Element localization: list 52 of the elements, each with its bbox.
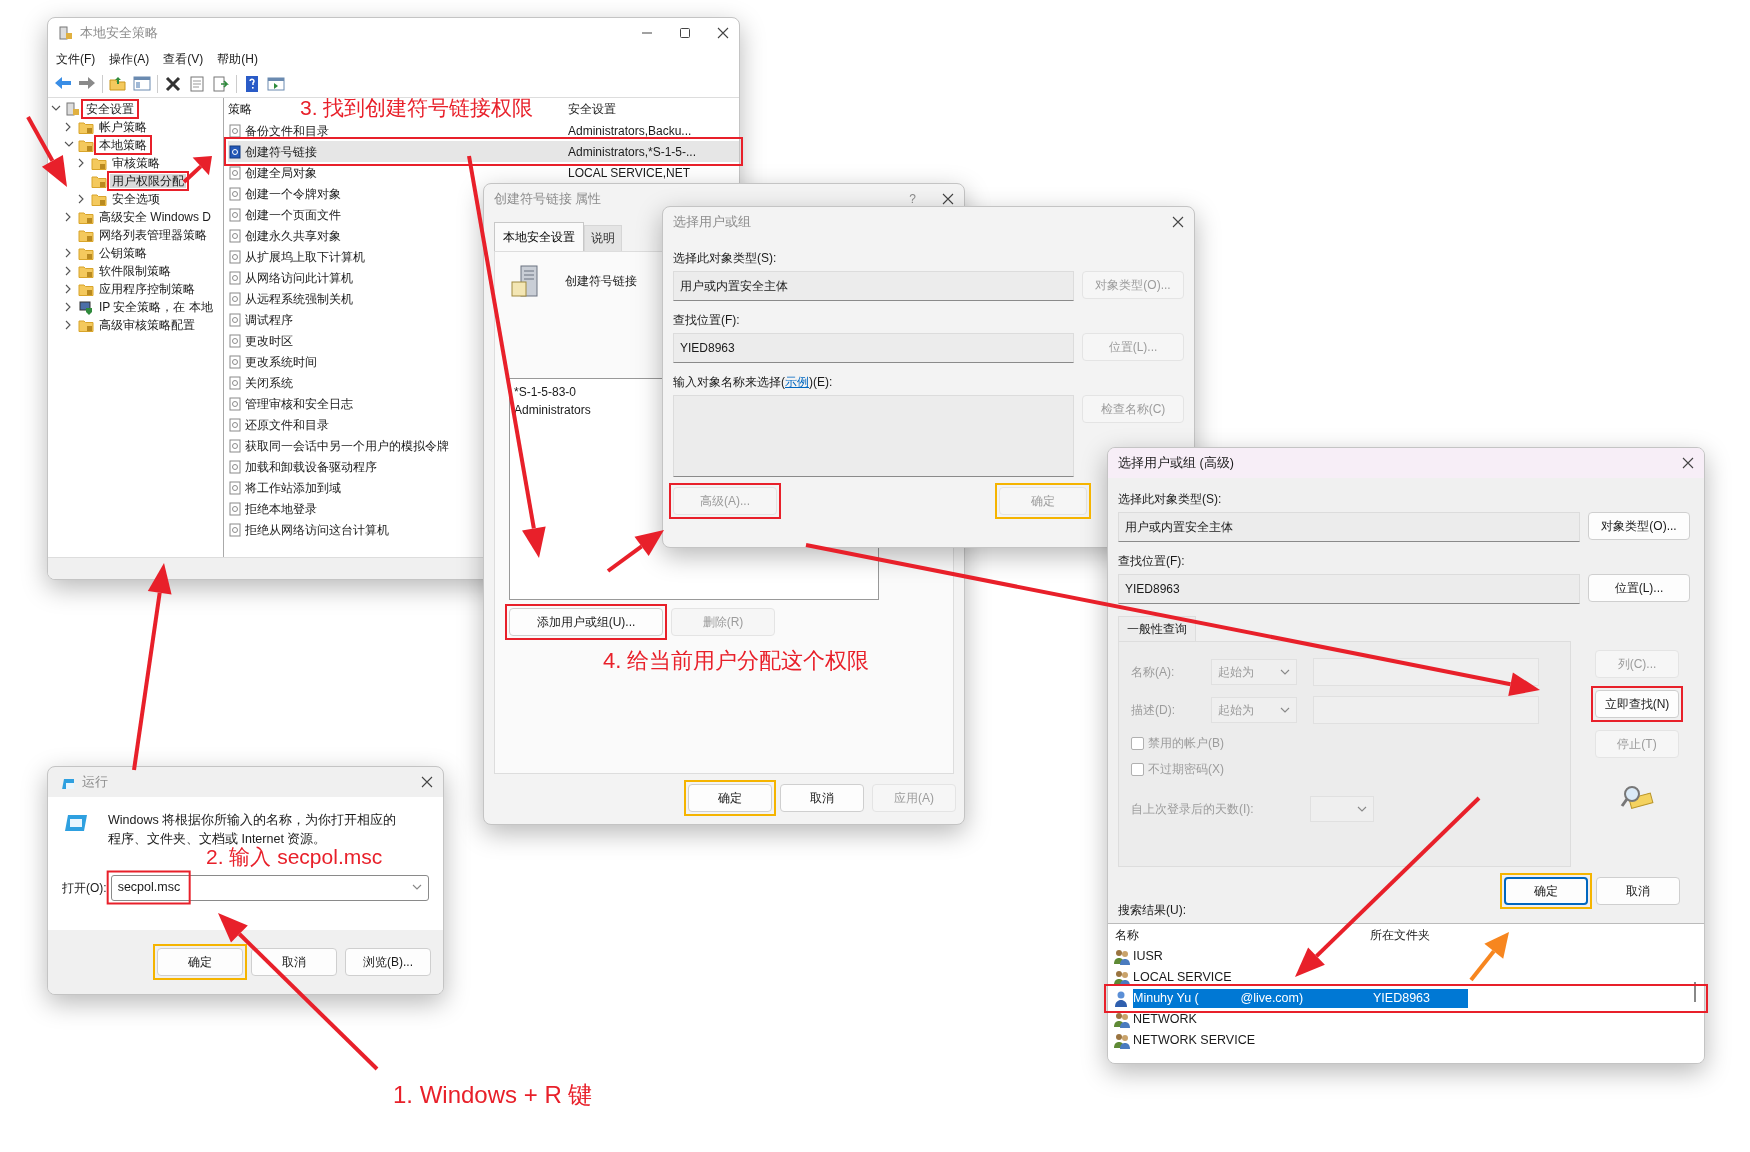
window-title: 运行 <box>82 773 108 791</box>
policy-name: 更改系统时间 <box>245 353 317 371</box>
field-label: 输入对象名称来选择(示例)(E): <box>673 374 834 391</box>
step-annotation: 4. 给当前用户分配这个权限 <box>603 650 870 672</box>
policy-name: 创建永久共享对象 <box>245 227 341 245</box>
result-name: NETWORK <box>1133 1011 1198 1029</box>
result-name: IUSR <box>1133 948 1164 966</box>
field-label: 选择此对象类型(S): <box>1118 491 1223 508</box>
field-label: 名称(A): <box>1131 664 1176 681</box>
description-text: Windows 将根据你所输入的名称，为你打开相应的程序、文件夹、文档或 Internet 资源。 <box>108 812 398 846</box>
policy-setting: Administrators,*S-1-5-... <box>568 143 697 161</box>
policy-name: 从远程系统强制关机 <box>245 290 353 308</box>
policy-name: 创建一个令牌对象 <box>245 185 341 203</box>
dropdown-value: 起始为 <box>1218 702 1254 719</box>
window-title: 创建符号链接 属性 <box>494 190 602 208</box>
policy-name: 拒绝本地登录 <box>245 500 317 518</box>
field-label: 打开(O): <box>62 879 107 897</box>
result-name: Minuhy Yu ( @live.com) <box>1133 990 1305 1008</box>
policy-name: 获取同一会话中另一个用户的模拟令牌 <box>245 437 449 455</box>
policy-name: 创建全局对象 <box>245 164 317 182</box>
policy-name: 更改时区 <box>245 332 293 350</box>
policy-name: 从网络访问此计算机 <box>245 269 353 287</box>
policy-name: 从扩展坞上取下计算机 <box>245 248 365 266</box>
policy-name: 拒绝从网络访问这台计算机 <box>245 521 389 539</box>
field-label: 选择此对象类型(S): <box>673 250 778 267</box>
policy-name: 创建符号链接 <box>245 143 317 161</box>
field-label: 查找位置(F): <box>1118 553 1186 570</box>
result-name: LOCAL SERVICE <box>1133 969 1233 987</box>
result-name: NETWORK SERVICE <box>1133 1032 1256 1050</box>
policy-name: 还原文件和目录 <box>245 416 329 434</box>
policy-name: 关闭系统 <box>245 374 293 392</box>
policy-name: 创建一个页面文件 <box>245 206 341 224</box>
policy-setting: LOCAL SERVICE,NET <box>568 164 691 182</box>
field-label: 自上次登录后的天数(I): <box>1131 801 1254 818</box>
step-annotation: 1. Windows + R 键 <box>393 1083 593 1107</box>
step-annotation: 2. 输入 secpol.msc <box>206 846 383 867</box>
policy-name: 管理审核和安全日志 <box>245 395 353 413</box>
dropdown-value: 起始为 <box>1218 664 1254 681</box>
window-title: 选择用户或组 <box>673 213 751 231</box>
policy-name: 备份文件和目录 <box>245 122 329 140</box>
window-title: 本地安全策略 <box>80 24 158 42</box>
step-annotation: 3. 找到创建符号链接权限 <box>300 97 534 118</box>
policy-name: 将工作站添加到域 <box>245 479 341 497</box>
policy-setting: Administrators,Backu... <box>568 122 692 140</box>
result-folder: YIED8963 <box>1373 990 1430 1008</box>
policy-name: 调试程序 <box>245 311 293 329</box>
policy-name: 加载和卸载设备驱动程序 <box>245 458 377 476</box>
field-label: 查找位置(F): <box>673 312 741 329</box>
window-title: 选择用户或组 (高级) <box>1118 454 1234 472</box>
policy-title: 创建符号链接 <box>565 273 637 290</box>
field-label: 描述(D): <box>1131 702 1176 719</box>
results-label: 搜索结果(U): <box>1118 902 1187 919</box>
